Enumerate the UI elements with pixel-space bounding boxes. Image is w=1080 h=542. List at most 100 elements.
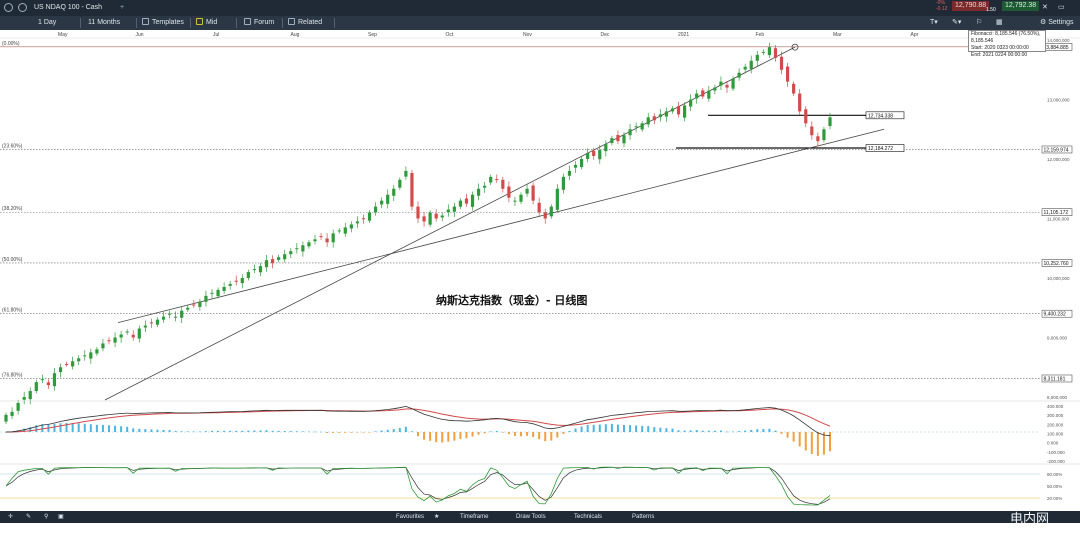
macd-histogram-bar: [180, 431, 183, 432]
macd-histogram-bar: [532, 432, 535, 437]
related-label: Related: [298, 19, 323, 26]
stoch-d-line: [5, 466, 831, 505]
buy-price[interactable]: 12,792.38: [1002, 1, 1040, 11]
candle-body: [174, 316, 178, 318]
candle-body: [767, 47, 772, 56]
price-tick-label: 12,000,000: [1047, 157, 1070, 162]
macd-histogram-bar: [150, 429, 153, 432]
candle-body: [495, 178, 499, 180]
candle-body: [398, 179, 402, 188]
draw-tool-icon[interactable]: ✎▾: [952, 16, 961, 30]
macd-histogram-bar: [592, 424, 595, 432]
forum-button[interactable]: Forum: [244, 16, 274, 30]
candle-body: [277, 257, 281, 260]
macd-histogram-bar: [247, 430, 250, 432]
candle-body: [543, 212, 547, 219]
info-line-3: End: 2021 0224 00:00:00: [971, 52, 1028, 58]
info-line-2: Start: 2020 0323 00:00:00: [971, 45, 1029, 51]
candle-body: [689, 99, 693, 107]
price-chart[interactable]: May Jun Jul Aug Sep Oct Nov Dec 2021 Feb Mar Apr (0…: [0, 30, 1080, 511]
alert-icon[interactable]: ⚐: [976, 16, 982, 30]
fib-value-label: 12,159.974: [1044, 147, 1069, 153]
grid-icon[interactable]: ▦: [996, 16, 1003, 30]
related-button[interactable]: Related: [288, 16, 322, 30]
favourite-star-icon[interactable]: ★: [428, 511, 445, 523]
tab-timeframe[interactable]: Timeframe: [454, 511, 494, 523]
candle-body: [531, 185, 535, 201]
macd-histogram-bar: [538, 432, 541, 440]
macd-histogram-bar: [574, 428, 577, 432]
candle-body: [46, 382, 51, 386]
layout-icon[interactable]: ▣: [52, 511, 70, 523]
macd-histogram-bar: [144, 429, 147, 432]
chart-title: 纳斯达克指数（现金）- 日线图: [436, 293, 587, 307]
candle-body: [319, 236, 323, 238]
add-tab-icon[interactable]: +: [120, 1, 124, 15]
crosshair-icon[interactable]: ✛: [2, 511, 19, 523]
fib-pct-label: (61.80%): [2, 308, 23, 314]
macd-histogram-bar: [768, 428, 771, 432]
macd-histogram-bar: [386, 429, 389, 432]
candle-body: [101, 343, 105, 349]
templates-button[interactable]: Templates: [142, 16, 184, 30]
mid-button[interactable]: Mid: [196, 16, 217, 30]
macd-histogram-bar: [689, 430, 692, 432]
menu-icon[interactable]: [4, 3, 13, 12]
range-select[interactable]: 11 Months: [88, 16, 120, 30]
instrument-name: US NDAQ 100 - Cash: [34, 4, 103, 11]
candle-body: [422, 216, 426, 222]
candle-body: [670, 108, 675, 112]
month-axis: May Jun Jul Aug Sep Oct Nov Dec 2021 Feb Mar Apr: [0, 32, 1080, 39]
macd-histogram-bar: [477, 432, 480, 435]
candle-body: [731, 78, 735, 89]
candle-body: [628, 129, 632, 136]
macd-histogram-bar: [283, 430, 286, 432]
candle-body: [180, 310, 184, 318]
horizontal-levels: 12,734.338 12,184.272: [676, 111, 905, 152]
candle-body: [246, 272, 250, 278]
macd-histogram-bar: [132, 428, 135, 432]
interval-select[interactable]: 1 Day: [38, 16, 56, 30]
candle-body: [155, 319, 160, 325]
title-bar: US NDAQ 100 - Cash + -0% -0.12 12,790.88…: [0, 0, 1080, 16]
tab-patterns[interactable]: Patterns: [626, 511, 660, 523]
candle-body: [343, 227, 347, 234]
candle-body: [264, 260, 269, 268]
text-tool-icon[interactable]: T▾: [930, 16, 938, 30]
macd-histogram-bar: [398, 427, 401, 432]
price-tick-label: 8,000,000: [1047, 395, 1068, 400]
macd-histogram-bar: [810, 432, 813, 454]
candle-body: [634, 126, 638, 128]
candle-body: [610, 138, 614, 144]
gear-icon: ⚙: [1040, 19, 1049, 26]
macd-histogram-bar: [423, 432, 426, 440]
info-icon[interactable]: [18, 3, 27, 12]
sell-price[interactable]: 12,790.88: [952, 1, 990, 11]
price-tick-label: 9,000,000: [1047, 336, 1068, 341]
macd-histogram-bar: [465, 432, 468, 439]
macd-histogram-bar: [192, 431, 195, 433]
macd-histogram-bar: [683, 430, 686, 432]
macd-histogram-bar: [429, 432, 432, 441]
candle-body: [234, 280, 238, 282]
candle-body: [501, 179, 505, 189]
candle-body: [222, 286, 226, 291]
settings-button[interactable]: ⚙ Settings: [1040, 16, 1074, 30]
pencil-icon[interactable]: ✎: [20, 511, 37, 523]
candle-body: [549, 206, 553, 217]
macd-histogram-bar: [241, 430, 244, 432]
macd-histogram-bar: [380, 430, 383, 432]
window-icon[interactable]: ▭: [1058, 1, 1065, 15]
close-icon[interactable]: ✕: [1042, 1, 1048, 15]
tab-technicals[interactable]: Technicals: [568, 511, 608, 523]
bottom-toolbar: ✛ ✎ ⚲ ▣ Favourites ★ Timeframe Draw Tool…: [0, 511, 1080, 523]
candle-body: [113, 337, 117, 343]
macd-histogram-bar: [471, 432, 474, 437]
price-tick-label: 10,000,000: [1047, 276, 1070, 281]
tab-favourites[interactable]: Favourites: [390, 511, 430, 523]
candle-body: [652, 116, 656, 121]
tab-draw-tools[interactable]: Draw Tools: [510, 511, 552, 523]
macd-histogram-bar: [435, 432, 438, 443]
candle-body: [392, 188, 396, 196]
fib-value-label: 8,311.181: [1044, 376, 1066, 382]
